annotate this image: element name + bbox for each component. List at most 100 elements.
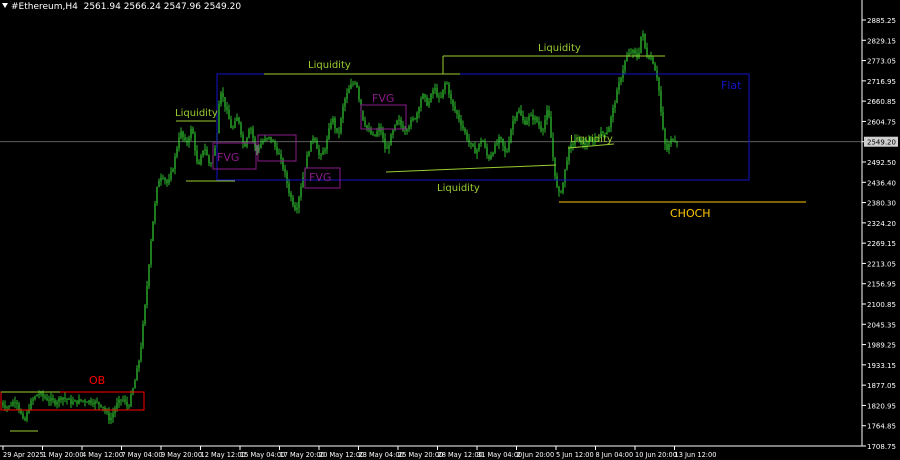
candle-body — [508, 141, 510, 152]
dropdown-triangle-icon[interactable] — [2, 3, 8, 8]
candle-body — [638, 52, 640, 58]
candle-body — [552, 137, 554, 158]
candle-body — [256, 146, 258, 151]
candle-body — [244, 143, 246, 147]
fvg-label: FVG — [217, 151, 239, 164]
candle-body — [658, 77, 660, 91]
y-tick-label: 2436.40 — [867, 179, 896, 187]
candle-body — [280, 154, 282, 159]
candle-body — [666, 144, 668, 151]
candle-body — [424, 94, 426, 98]
candle-body — [498, 137, 500, 144]
candle-body — [392, 130, 394, 135]
candle-body — [654, 63, 656, 71]
candle-body — [124, 399, 126, 402]
candle-body — [270, 136, 272, 141]
x-tick-label: 4 May 12:00 — [82, 451, 123, 459]
candle-body — [380, 127, 382, 132]
candle-body — [356, 82, 358, 88]
candle-body — [138, 360, 140, 369]
candle-body — [440, 96, 442, 98]
candle-body — [374, 134, 376, 137]
candle-body — [568, 148, 570, 161]
candle-body — [426, 97, 428, 106]
candle-body — [336, 128, 338, 132]
x-tick-label: 12 May 12:00 — [201, 451, 246, 459]
candle-body — [94, 401, 96, 405]
candle-body — [668, 143, 670, 151]
candle-body — [492, 152, 494, 156]
candle-body — [88, 400, 90, 403]
candle-body — [192, 128, 194, 134]
candle-body — [166, 180, 168, 184]
candle-body — [98, 402, 100, 405]
candle-body — [90, 400, 92, 404]
x-tick-label: 31 May 04:00 — [477, 451, 522, 459]
candle-body — [144, 305, 146, 324]
candle-body — [92, 403, 94, 405]
candle-body — [284, 168, 286, 173]
candle-body — [330, 122, 332, 129]
x-tick-label: 15 May 04:00 — [240, 451, 285, 459]
candle-body — [20, 410, 22, 414]
candle-body — [30, 400, 32, 410]
candle-body — [198, 161, 200, 165]
candle-body — [258, 148, 260, 151]
liquidity-label: Liquidity — [308, 60, 351, 71]
candle-body — [8, 405, 10, 408]
candle-body — [232, 127, 234, 129]
candle-body — [286, 172, 288, 184]
candle-body — [182, 131, 184, 138]
candle-body — [632, 50, 634, 53]
candle-body — [180, 131, 182, 138]
candle-body — [72, 401, 74, 404]
y-tick-label: 2829.15 — [867, 37, 896, 45]
candle-body — [482, 141, 484, 143]
candle-body — [278, 152, 280, 155]
candle-body — [248, 129, 250, 138]
candle-body — [326, 138, 328, 150]
candle-body — [40, 392, 42, 395]
candle-body — [78, 399, 80, 404]
candle-body — [70, 398, 72, 404]
candle-body — [222, 92, 224, 98]
candle-body — [470, 142, 472, 145]
candle-body — [74, 400, 76, 402]
candle-body — [206, 149, 208, 156]
liquidity-label: Liquidity — [175, 108, 218, 119]
candle-body — [396, 120, 398, 125]
candle-body — [328, 128, 330, 139]
candle-body — [84, 400, 86, 402]
candle-body — [416, 112, 418, 120]
fvg-label: FVG — [372, 92, 394, 105]
candle-body — [282, 158, 284, 169]
ohlc-values: 2561.94 2566.24 2547.96 2549.20 — [83, 2, 242, 12]
candle-body — [618, 82, 620, 91]
candle-body — [122, 399, 124, 401]
candle-body — [254, 137, 256, 147]
candle-body — [236, 117, 238, 122]
candle-body — [404, 130, 406, 132]
candle-body — [44, 396, 46, 399]
candle-body — [648, 56, 650, 59]
y-tick-label: 1933.15 — [867, 362, 896, 370]
candle-body — [12, 402, 14, 406]
candle-body — [106, 411, 108, 413]
candle-body — [208, 155, 210, 164]
candle-body — [120, 399, 122, 401]
candle-body — [602, 131, 604, 133]
candle-body — [560, 191, 562, 193]
candle-body — [170, 171, 172, 180]
candle-body — [148, 264, 150, 287]
x-tick-label: 13 Jun 12:00 — [675, 451, 717, 459]
candle-body — [524, 120, 526, 125]
candle-body — [42, 392, 44, 397]
candle-body — [340, 118, 342, 133]
candle-body — [452, 99, 454, 107]
x-tick-label: 7 May 04:00 — [122, 451, 163, 459]
candle-body — [518, 110, 520, 113]
candle-body — [620, 78, 622, 83]
candle-body — [202, 150, 204, 156]
y-tick-label: 2660.85 — [867, 98, 896, 106]
candle-body — [268, 136, 270, 138]
